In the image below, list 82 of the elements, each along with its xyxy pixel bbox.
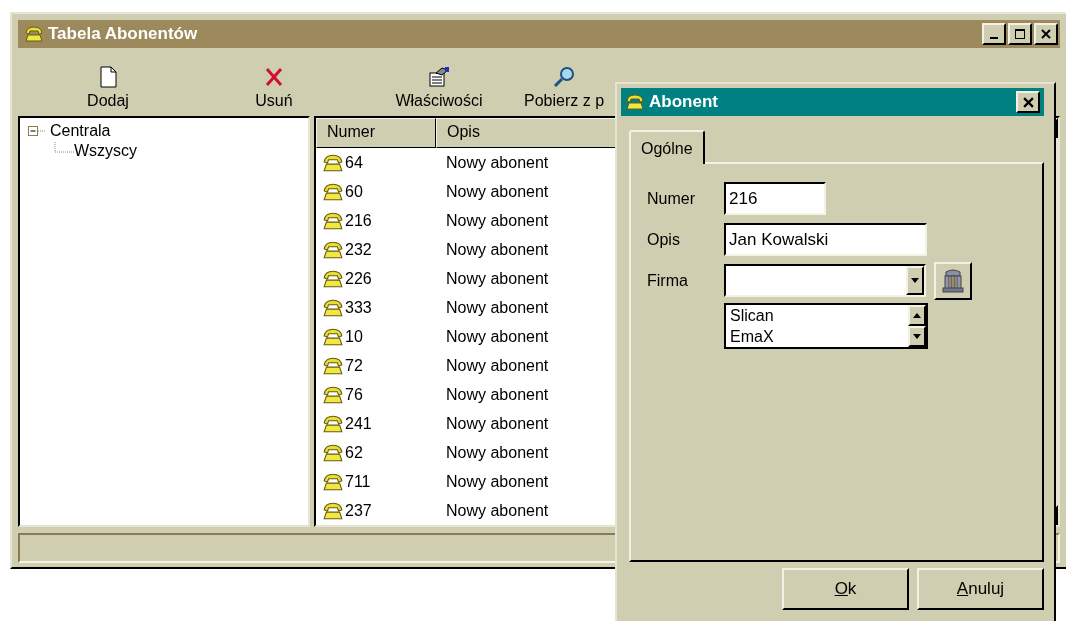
table-cell: 64 [345,153,363,172]
tab[interactable]: Ogólne [629,130,705,164]
table-cell: 10 [345,327,363,346]
phone-icon [625,93,645,111]
scroll-down-button[interactable] [908,326,926,347]
table-cell: 241 [345,414,372,433]
table-cell: Nowy abonent [446,240,549,258]
table-cell: 333 [345,298,372,317]
phone-icon [322,210,344,231]
up-arrow-icon [913,313,921,318]
table-cell: Nowy abonent [446,443,549,461]
delete-icon [263,66,285,88]
text-field[interactable]: 216 [724,182,826,215]
table-cell: 72 [345,356,363,375]
table-cell: Nowy abonent [446,269,549,287]
phone-icon [322,355,344,376]
phone-icon [322,500,344,521]
minimize-icon [990,37,998,39]
toolbar-button[interactable]: Usuń [224,66,324,110]
table-cell: 216 [345,211,372,230]
dialog-title: Abonent [649,92,718,112]
field-label: Opis [647,230,681,249]
text-field[interactable]: Jan Kowalski [724,223,927,256]
phone-icon [322,413,344,434]
close-icon [1022,96,1034,108]
toolbar-button[interactable]: Pobierz z p [524,66,605,110]
close-button[interactable] [1034,23,1058,45]
table-cell: Nowy abonent [446,298,549,316]
close-icon [1041,29,1051,39]
toolbar-button[interactable]: Dodaj [58,66,158,110]
phone-icon [322,326,344,347]
table-cell: Nowy abonent [446,153,549,171]
scroll-up-button[interactable] [908,305,926,326]
table-cell: Nowy abonent [446,327,549,345]
dropdown-field[interactable] [724,264,926,297]
table-cell: 226 [345,269,372,288]
phone-icon [24,25,44,43]
field-label: Firma [647,271,689,290]
dropdown-option[interactable]: Slican [730,305,908,326]
tree-item[interactable]: Centrala [50,122,111,140]
phone-icon [322,471,344,492]
table-cell: 711 [345,472,371,491]
phone-icon [322,384,344,405]
table-cell: Nowy abonent [446,414,549,432]
phone-icon [322,239,344,260]
column-header[interactable]: Numer [316,118,436,148]
collapse-icon[interactable] [28,125,46,137]
table-cell: Nowy abonent [446,501,549,519]
table-cell: 232 [345,240,372,259]
phone-icon [322,297,344,318]
down-arrow-icon [913,334,921,339]
document-icon [97,66,119,88]
table-cell: Nowy abonent [446,182,549,200]
table-cell: 237 [345,501,372,520]
table-cell: 60 [345,182,363,201]
close-button[interactable] [1016,91,1040,113]
dialog-button[interactable]: Ok [782,568,909,610]
minimize-button[interactable] [982,23,1006,45]
caret-icon [911,278,919,283]
device-icon [941,268,965,294]
maximize-button[interactable] [1008,23,1032,45]
window-title: Tabela Abonentów [48,24,198,44]
search-icon [553,66,575,88]
tree-item[interactable]: Wszyscy [74,142,138,160]
phone-icon [322,181,344,202]
properties-icon [428,66,450,88]
maximize-icon [1015,29,1025,39]
phone-icon [322,152,344,173]
table-cell: 62 [345,443,363,462]
table-cell: Nowy abonent [446,211,549,229]
dialog-button[interactable]: Anuluj [917,568,1044,610]
phone-icon [322,442,344,463]
device-button[interactable] [934,262,972,300]
table-cell: Nowy abonent [446,472,549,490]
toolbar-button[interactable]: Właściwości [374,66,504,110]
dropdown-button[interactable] [906,266,924,295]
dropdown-option[interactable]: EmaX [730,326,908,347]
table-cell: 76 [345,385,363,404]
phone-icon [322,268,344,289]
table-cell: Nowy abonent [446,385,549,403]
field-label: Numer [647,189,696,208]
table-cell: Nowy abonent [446,356,549,374]
